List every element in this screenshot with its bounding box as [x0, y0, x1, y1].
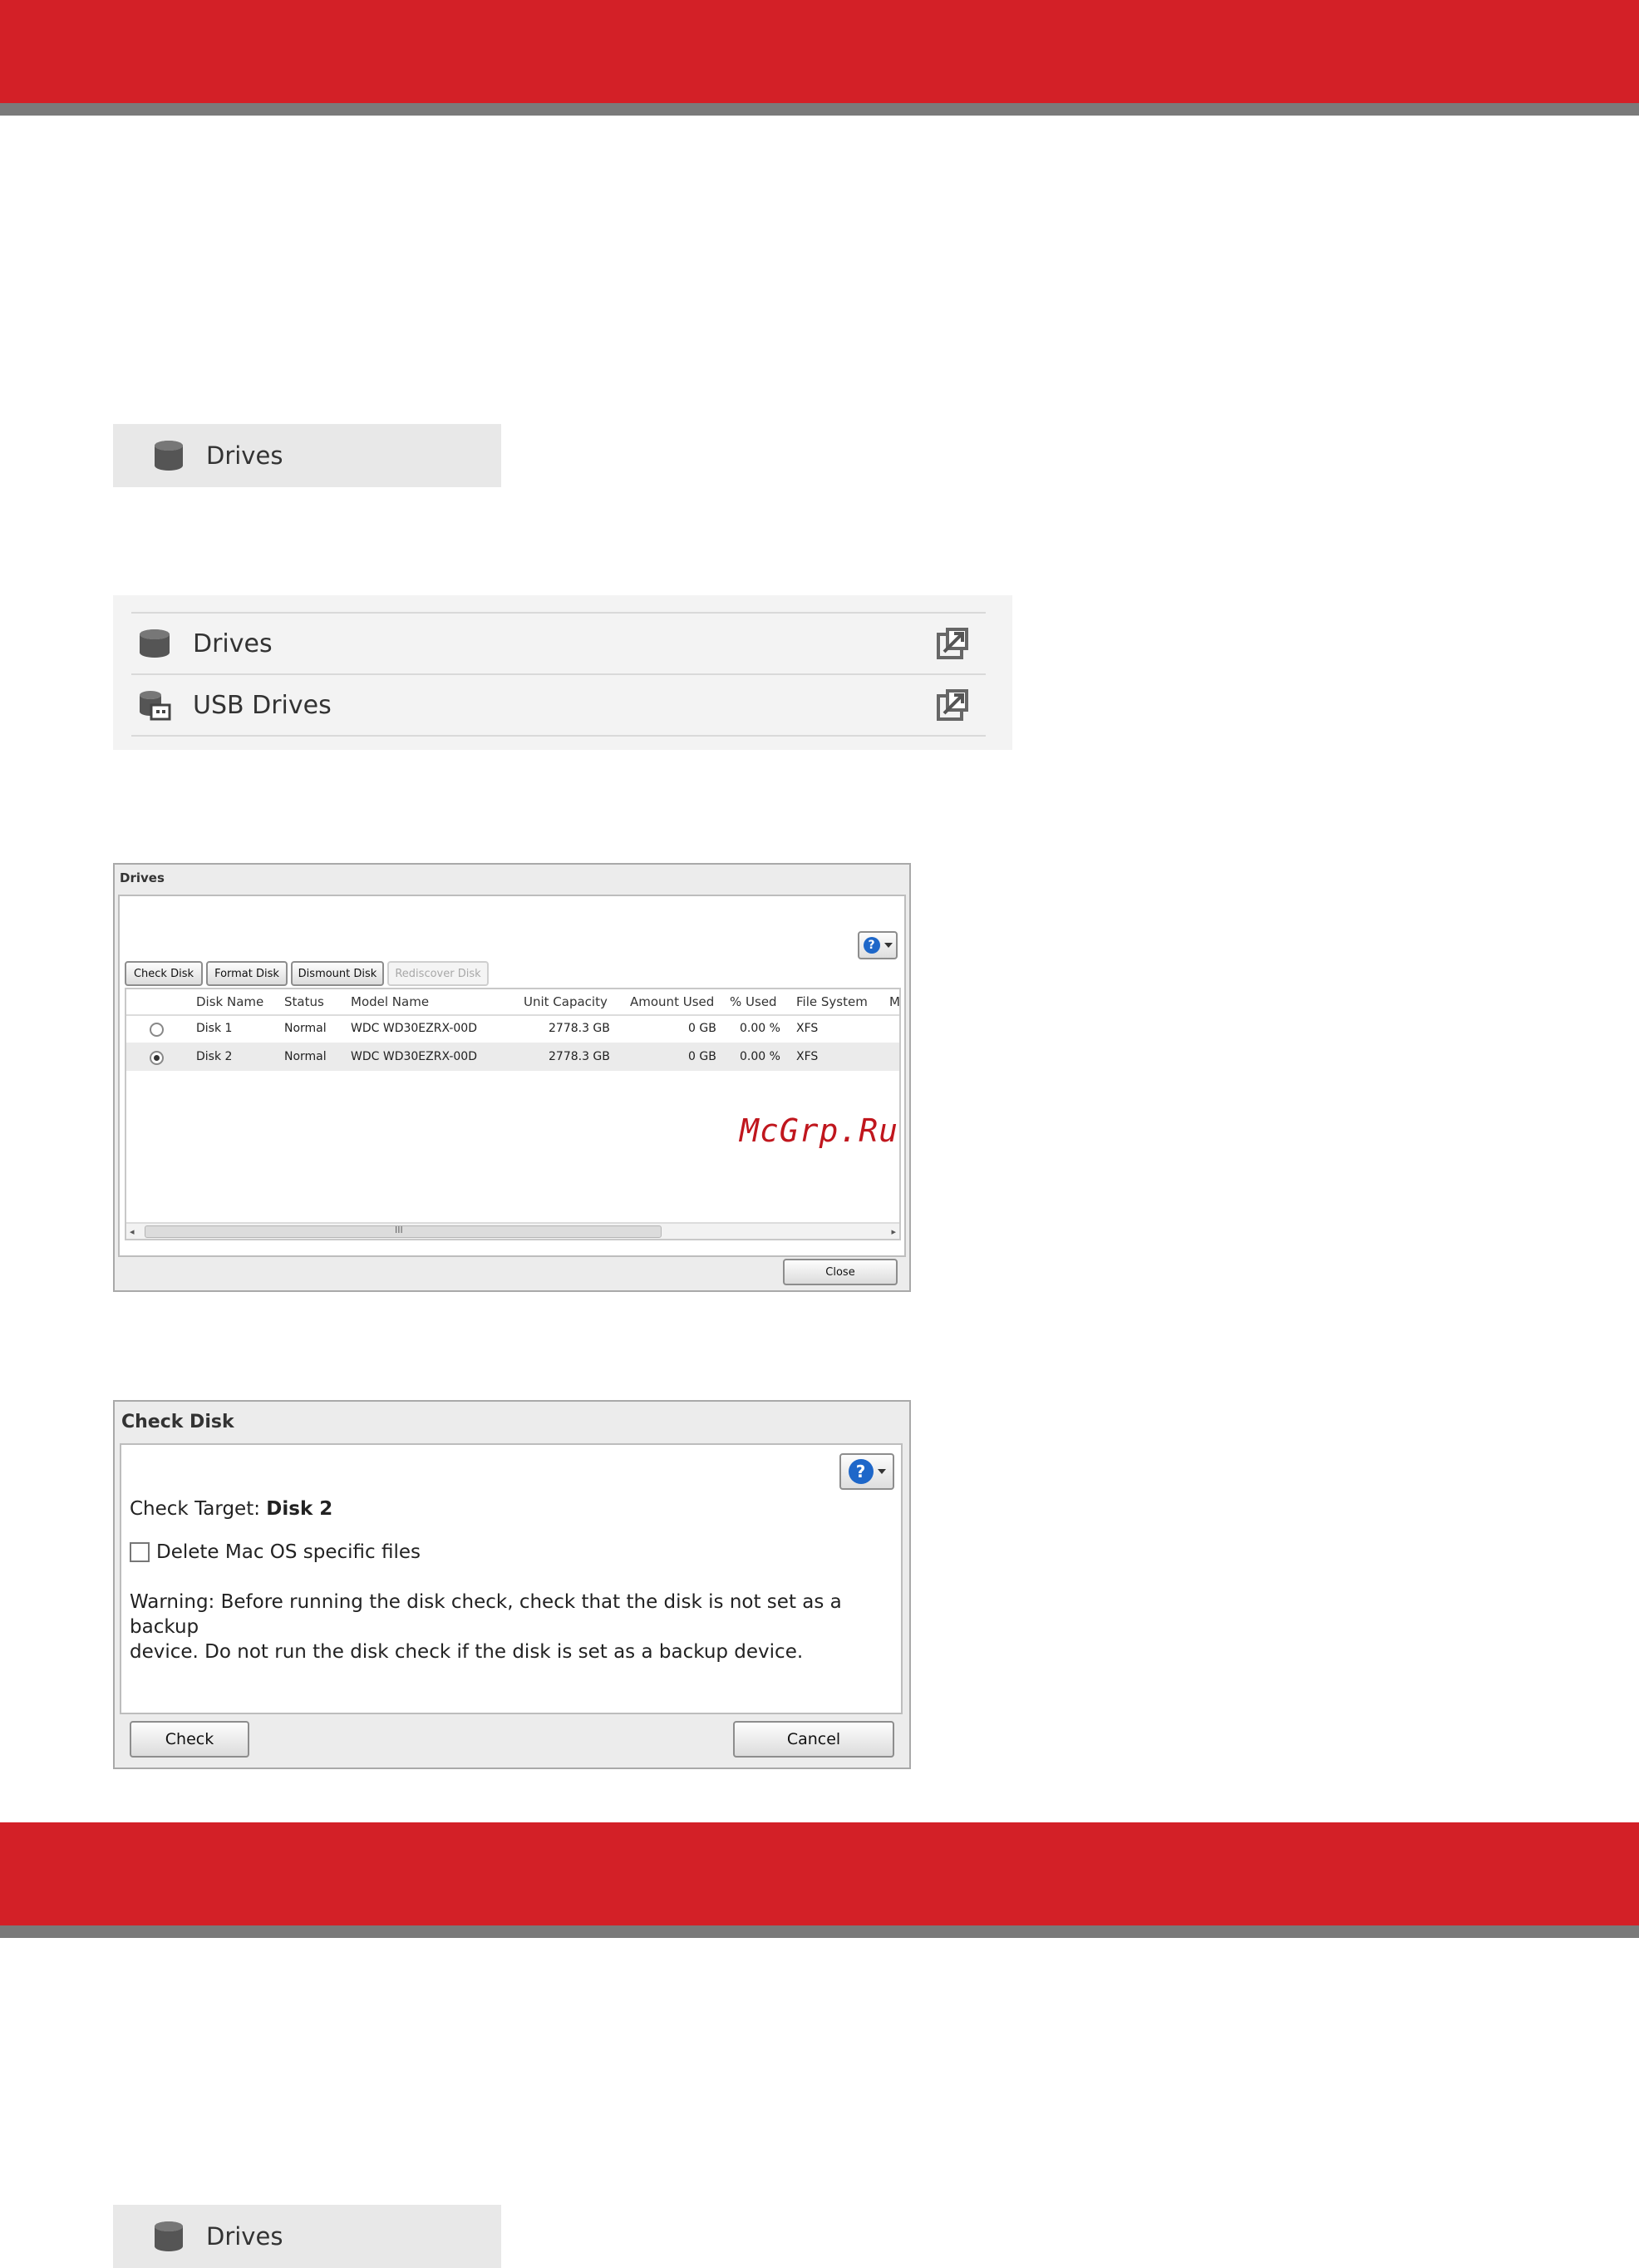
database-icon: [155, 441, 183, 471]
usb-drive-icon: [140, 691, 171, 721]
scroll-left-arrow[interactable]: ◂: [130, 1226, 135, 1237]
column-header[interactable]: Status: [284, 989, 324, 1014]
scroll-grip: III: [395, 1225, 403, 1235]
open-external-icon[interactable]: [936, 688, 969, 722]
column-header[interactable]: Unit Capacity: [524, 989, 608, 1014]
horizontal-scrollbar[interactable]: ◂ III ▸: [126, 1222, 899, 1239]
check-target-label: Check Target:: [130, 1498, 260, 1520]
check-disk-button[interactable]: Check Disk: [125, 961, 203, 986]
drives-tile-label: Drives: [206, 2222, 283, 2251]
checkbox-label: Delete Mac OS specific files: [156, 1541, 421, 1563]
drives-list-panel: Drives USB Drives: [113, 595, 1012, 750]
cell-used: 0 GB: [688, 1022, 716, 1035]
cell-disk-name: Disk 2: [196, 1050, 233, 1063]
dialog-body: ? Check Target: Disk 2 Delete Mac OS spe…: [120, 1443, 903, 1714]
drives-tile-label: Drives: [206, 441, 283, 470]
drives-menu-tile[interactable]: Drives: [113, 2205, 501, 2268]
open-external-icon[interactable]: [936, 627, 969, 660]
column-header[interactable]: Amount Used: [630, 989, 714, 1014]
cancel-button[interactable]: Cancel: [733, 1721, 894, 1758]
close-button[interactable]: Close: [783, 1259, 898, 1285]
list-item-label: USB Drives: [193, 690, 332, 720]
row-radio[interactable]: [150, 1051, 164, 1065]
dismount-disk-button[interactable]: Dismount Disk: [291, 961, 384, 986]
cell-file-system: XFS: [796, 1050, 819, 1063]
list-item-usb-drives[interactable]: USB Drives: [131, 673, 986, 737]
database-icon: [140, 629, 170, 658]
cell-capacity: 2778.3 GB: [549, 1050, 610, 1063]
cell-file-system: XFS: [796, 1022, 819, 1035]
help-button[interactable]: ?: [858, 931, 898, 959]
row-radio[interactable]: [150, 1023, 164, 1037]
check-target-line: Check Target: Disk 2: [130, 1498, 332, 1520]
top-gray-stripe: [0, 103, 1639, 116]
warning-line: Warning: Before running the disk check, …: [130, 1591, 842, 1638]
format-disk-button[interactable]: Format Disk: [206, 961, 288, 986]
column-header[interactable]: M: [889, 989, 899, 1014]
delete-mac-files-option[interactable]: Delete Mac OS specific files: [130, 1541, 421, 1563]
cell-model: WDC WD30EZRX-00D: [351, 1050, 477, 1063]
cell-status: Normal: [284, 1022, 327, 1035]
warning-line: device. Do not run the disk check if the…: [130, 1641, 804, 1663]
cell-disk-name: Disk 1: [196, 1022, 233, 1035]
window-title: Drives: [120, 870, 165, 885]
drives-window-body: ? Check Disk Format Disk Dismount Disk R…: [118, 895, 906, 1257]
help-button[interactable]: ?: [839, 1453, 894, 1490]
column-header[interactable]: Disk Name: [196, 989, 263, 1014]
watermark-text: McGrp.Ru: [740, 1112, 899, 1149]
list-item-drives[interactable]: Drives: [131, 612, 986, 673]
column-header[interactable]: Model Name: [351, 989, 429, 1014]
table-header: Disk Name Status Model Name Unit Capacit…: [126, 989, 899, 1016]
column-header[interactable]: % Used: [730, 989, 777, 1014]
check-button[interactable]: Check: [130, 1721, 249, 1758]
middle-red-banner: [0, 1822, 1639, 1925]
column-header[interactable]: File System: [796, 989, 868, 1014]
drives-menu-tile[interactable]: Drives: [113, 424, 501, 487]
cell-pct-used: 0.00 %: [740, 1050, 780, 1063]
scroll-right-arrow[interactable]: ▸: [891, 1226, 896, 1237]
dialog-title: Check Disk: [121, 1412, 234, 1432]
list-item-label: Drives: [193, 629, 273, 658]
rediscover-disk-button: Rediscover Disk: [387, 961, 489, 986]
cell-status: Normal: [284, 1050, 327, 1063]
table-row[interactable]: Disk 1 Normal WDC WD30EZRX-00D 2778.3 GB…: [126, 1014, 899, 1043]
warning-text: Warning: Before running the disk check, …: [130, 1590, 894, 1664]
cell-used: 0 GB: [688, 1050, 716, 1063]
scrollbar-thumb[interactable]: III: [145, 1225, 662, 1238]
cell-pct-used: 0.00 %: [740, 1022, 780, 1035]
cell-model: WDC WD30EZRX-00D: [351, 1022, 477, 1035]
delete-mac-files-checkbox[interactable]: [130, 1542, 150, 1562]
check-target-value: Disk 2: [266, 1498, 333, 1520]
cell-capacity: 2778.3 GB: [549, 1022, 610, 1035]
drives-window: Drives ? Check Disk Format Disk Dismount…: [113, 863, 911, 1292]
top-red-banner: [0, 0, 1639, 103]
table-row[interactable]: Disk 2 Normal WDC WD30EZRX-00D 2778.3 GB…: [126, 1043, 899, 1071]
database-icon: [155, 2221, 183, 2251]
middle-gray-stripe: [0, 1925, 1639, 1938]
check-disk-dialog: Check Disk ? Check Target: Disk 2 Delete…: [113, 1400, 911, 1769]
